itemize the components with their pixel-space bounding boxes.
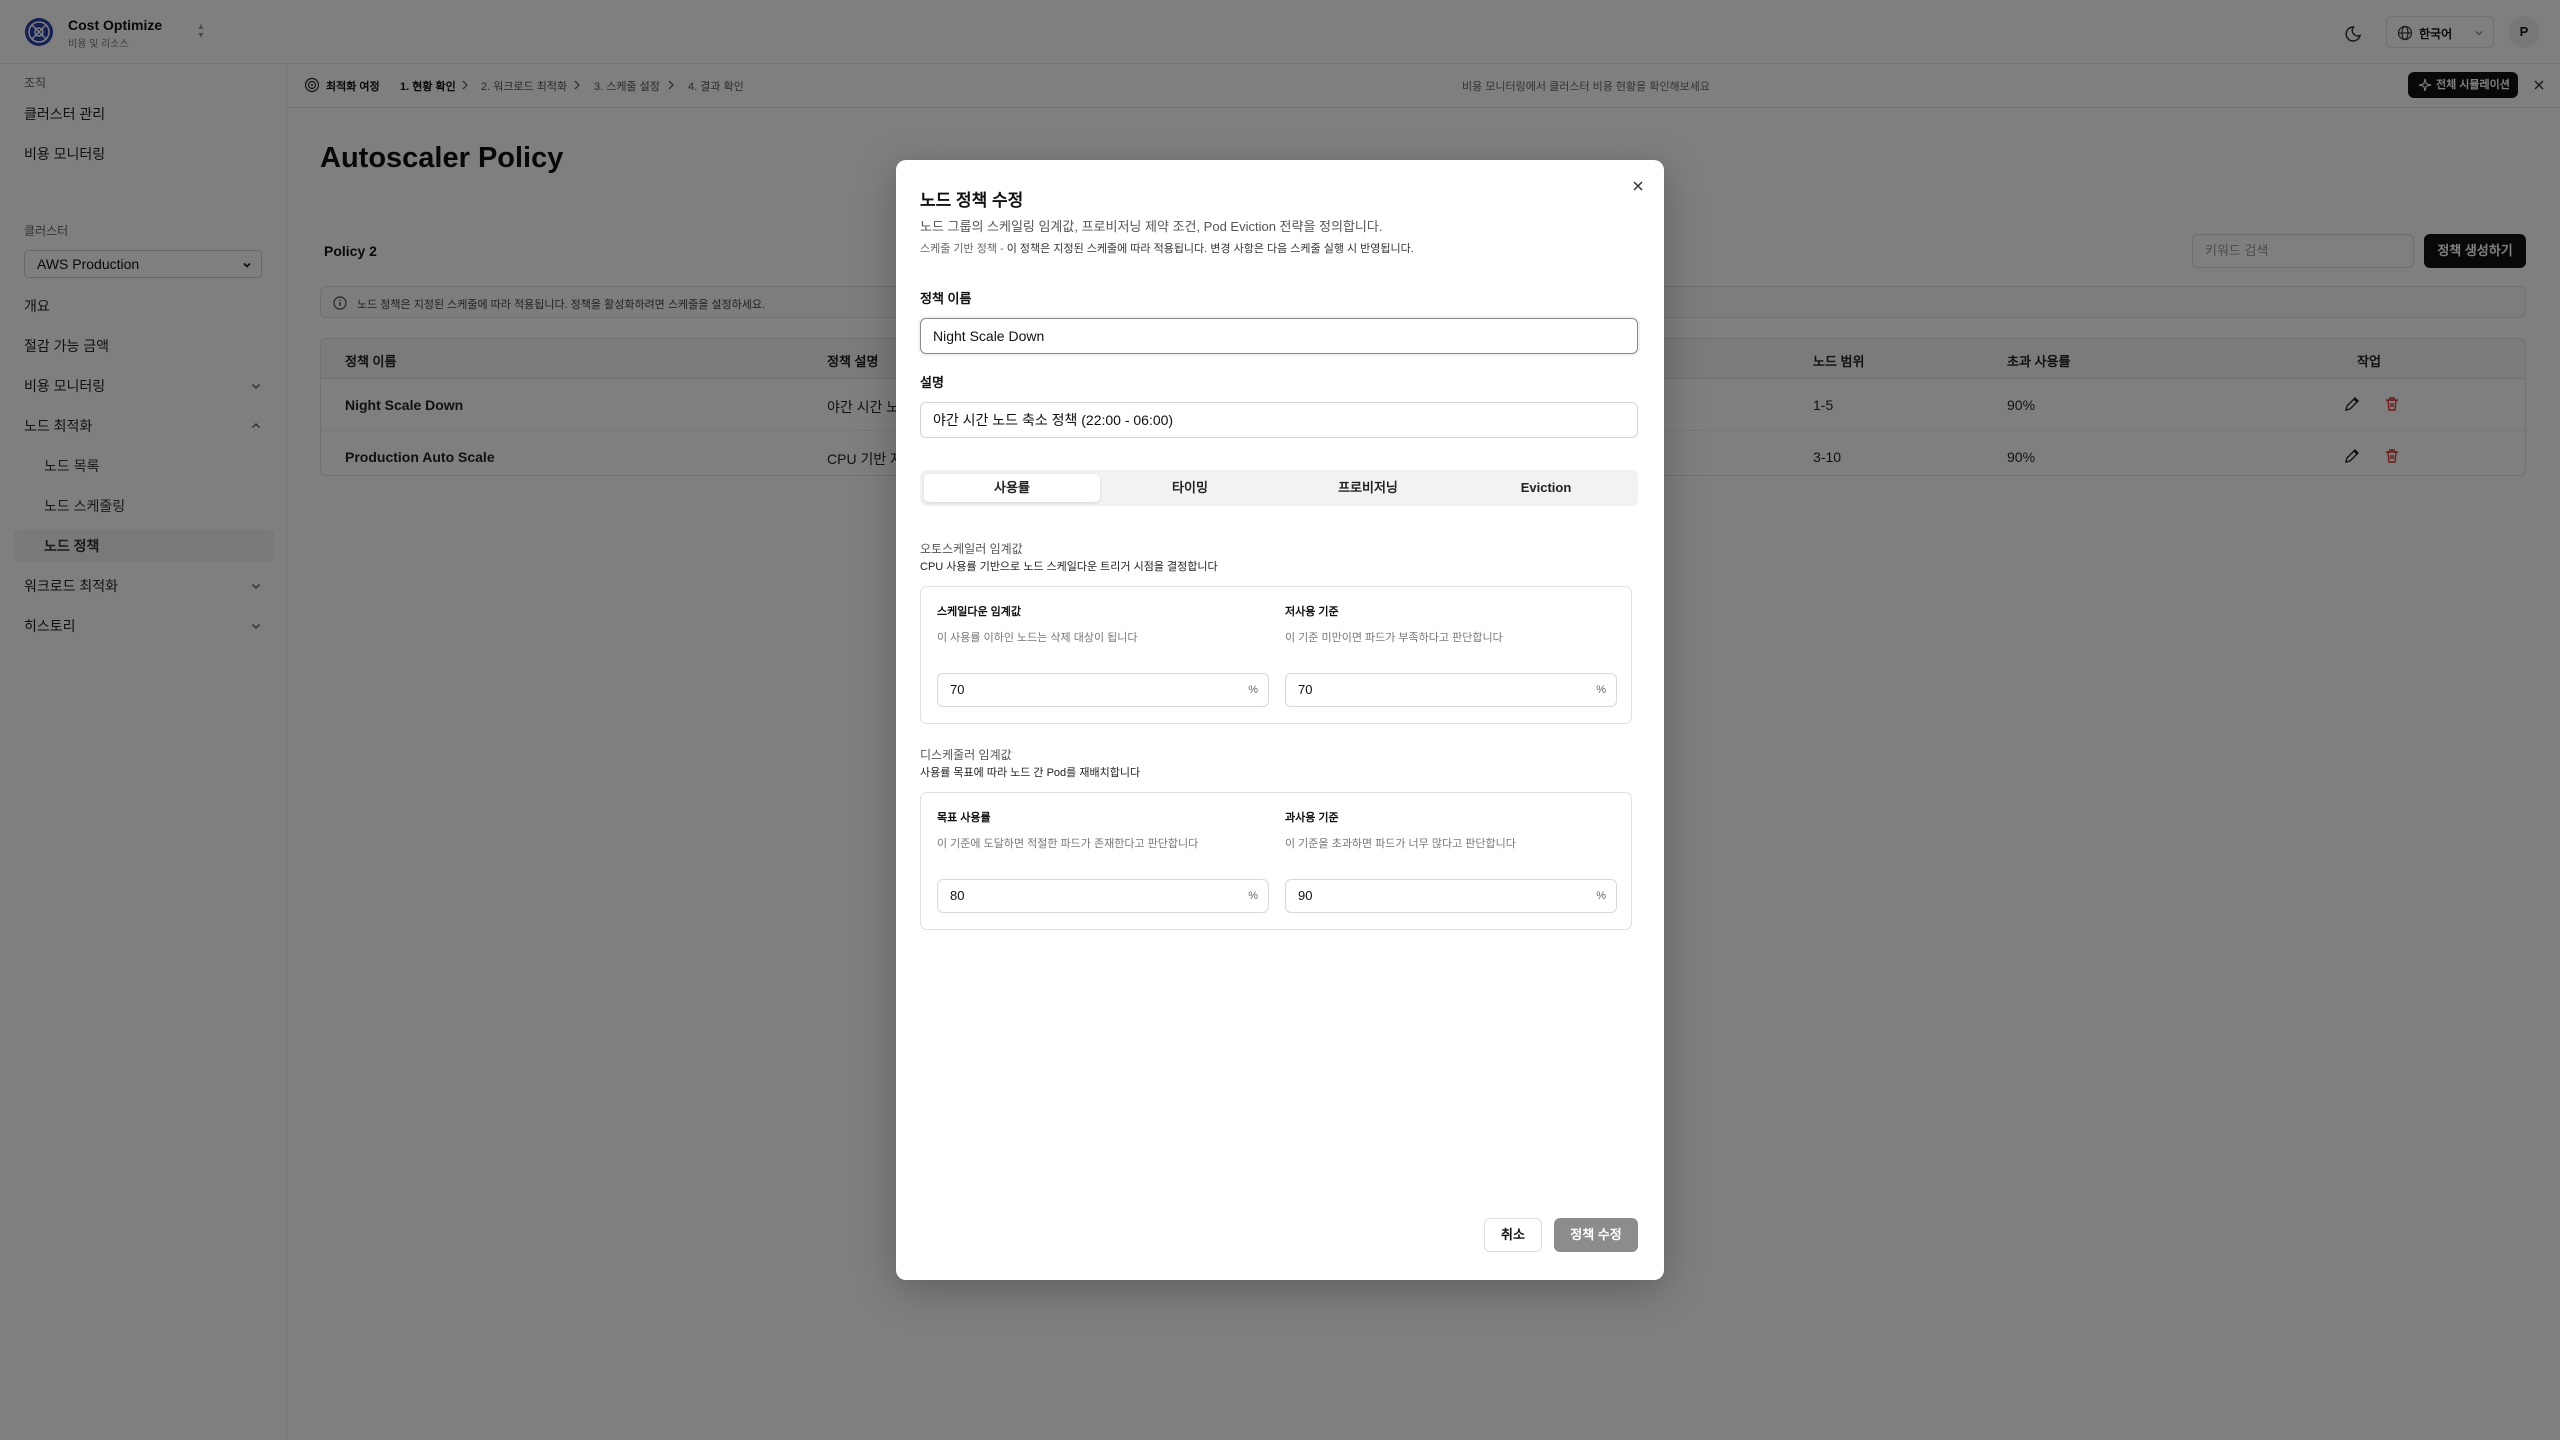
percent-unit: % — [1596, 890, 1606, 902]
target-utilization-label: 목표 사용률 — [937, 812, 991, 824]
cancel-button[interactable]: 취소 — [1484, 1218, 1542, 1252]
low-utilization-label: 저사용 기준 — [1285, 606, 1339, 618]
close-icon[interactable] — [1630, 178, 1646, 194]
tab-utilization[interactable]: 사용률 — [924, 474, 1100, 502]
dialog-description: 노드 그룹의 스케일링 임계값, 프로비저닝 제약 조건, Pod Evicti… — [920, 219, 1383, 234]
descheduler-threshold-card: 목표 사용률 이 기준에 도달하면 적절한 파드가 존재한다고 판단합니다 80… — [920, 792, 1632, 930]
low-utilization-input[interactable]: 70 % — [1285, 673, 1617, 707]
over-utilization-input[interactable]: 90 % — [1285, 879, 1617, 913]
autoscaler-section-title: 오토스케일러 임계값 — [920, 542, 1023, 556]
descheduler-section-desc: 사용률 목표에 따라 노드 간 Pod를 재배치합니다 — [920, 767, 1141, 779]
target-utilization-hint: 이 기준에 도달하면 적절한 파드가 존재한다고 판단합니다 — [937, 838, 1199, 850]
percent-unit: % — [1248, 684, 1258, 696]
description-input[interactable]: 야간 시간 노드 축소 정책 (22:00 - 06:00) — [920, 402, 1638, 438]
over-utilization-label: 과사용 기준 — [1285, 812, 1339, 824]
low-utilization-value: 70 — [1298, 682, 1313, 697]
autoscaler-threshold-card: 스케일다운 임계값 이 사용률 이하인 노드는 삭제 대상이 됩니다 70 % … — [920, 586, 1632, 724]
dialog-title: 노드 정책 수정 — [920, 191, 1024, 210]
tab-timing[interactable]: 타이밍 — [1102, 474, 1278, 502]
scaledown-threshold-label: 스케일다운 임계값 — [937, 606, 1022, 618]
schedule-note-prefix: 스케줄 기반 정책 - — [920, 243, 1007, 255]
percent-unit: % — [1248, 890, 1258, 902]
tab-eviction[interactable]: Eviction — [1458, 474, 1634, 502]
policy-tabs: 사용률 타이밍 프로비저닝 Eviction — [920, 470, 1638, 506]
edit-node-policy-dialog: 노드 정책 수정 노드 그룹의 스케일링 임계값, 프로비저닝 제약 조건, P… — [896, 160, 1664, 1280]
update-policy-button[interactable]: 정책 수정 — [1554, 1218, 1638, 1252]
schedule-note: 스케줄 기반 정책 - 이 정책은 지정된 스케줄에 따라 적용됩니다. 변경 … — [920, 240, 1414, 256]
description-label: 설명 — [920, 375, 944, 390]
policy-name-input[interactable]: Night Scale Down — [920, 318, 1638, 354]
tab-provisioning[interactable]: 프로비저닝 — [1280, 474, 1456, 502]
scaledown-threshold-value: 70 — [950, 682, 965, 697]
policy-name-label: 정책 이름 — [920, 291, 972, 306]
schedule-note-text: 이 정책은 지정된 스케줄에 따라 적용됩니다. 변경 사항은 다음 스케줄 실… — [1006, 243, 1414, 255]
autoscaler-section-desc: CPU 사용률 기반으로 노드 스케일다운 트리거 시점을 결정합니다 — [920, 561, 1218, 573]
over-utilization-hint: 이 기준을 초과하면 파드가 너무 많다고 판단합니다 — [1285, 838, 1516, 850]
low-utilization-hint: 이 기준 미만이면 파드가 부족하다고 판단합니다 — [1285, 632, 1503, 644]
scaledown-threshold-hint: 이 사용률 이하인 노드는 삭제 대상이 됩니다 — [937, 632, 1138, 644]
target-utilization-input[interactable]: 80 % — [937, 879, 1269, 913]
target-utilization-value: 80 — [950, 888, 965, 903]
percent-unit: % — [1596, 684, 1606, 696]
over-utilization-value: 90 — [1298, 888, 1313, 903]
descheduler-section-title: 디스케줄러 임계값 — [920, 748, 1012, 762]
scaledown-threshold-input[interactable]: 70 % — [937, 673, 1269, 707]
